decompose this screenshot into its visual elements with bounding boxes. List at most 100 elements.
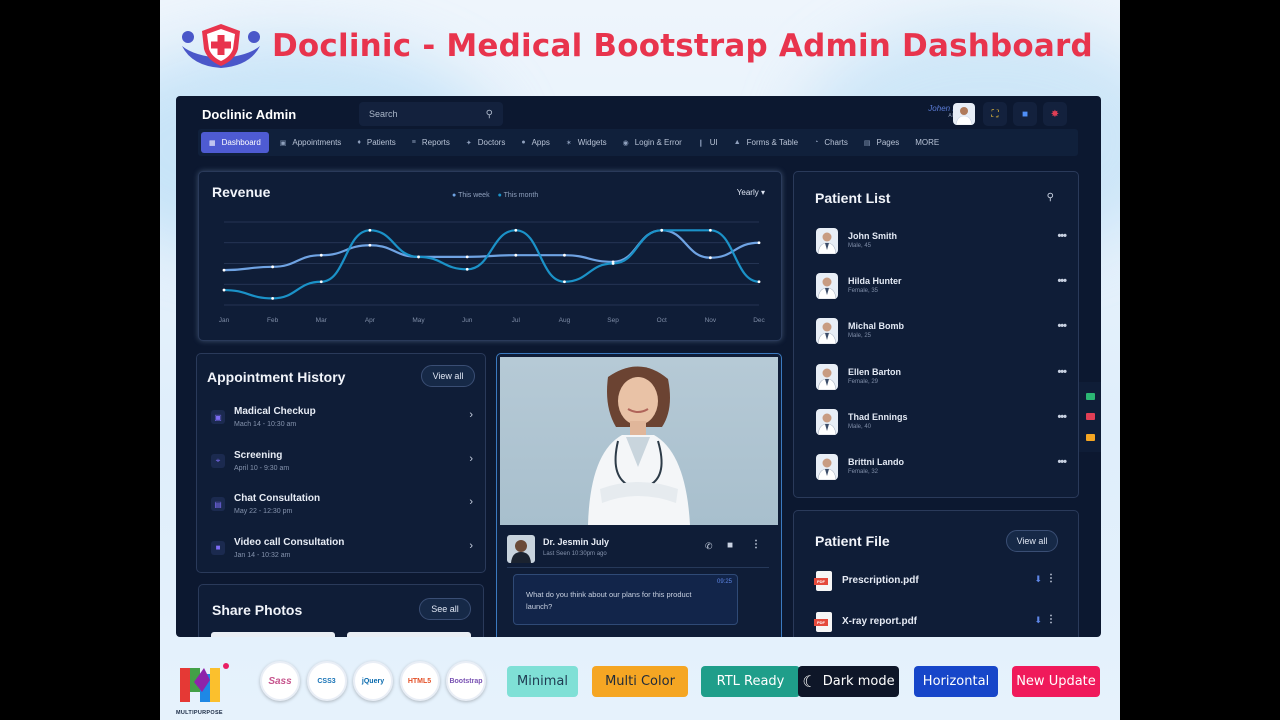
nav-item-charts[interactable]: ◔ Charts [806, 132, 856, 153]
patient-item[interactable]: Brittni Lando Female, 32 ••• [816, 454, 1067, 484]
patient-name: Thad Ennings [848, 411, 908, 422]
photo-thumb[interactable] [211, 632, 335, 637]
tech-bootstrap-icon: Bootstrap [446, 661, 486, 701]
download-icon[interactable]: ⬇ [1034, 615, 1042, 626]
more-options-icon[interactable]: ⋮ [751, 539, 761, 550]
tech-jquery-icon: jQuery [353, 661, 393, 701]
x-tick-label: Jan [219, 317, 230, 324]
tech-css3-icon: CSS3 [306, 661, 347, 701]
patient-info: Male, 40 [848, 423, 872, 430]
settings-button[interactable]: ✸ [1043, 102, 1067, 126]
doctor-avatar[interactable] [507, 535, 535, 563]
x-tick-label: Feb [267, 317, 279, 324]
data-point [757, 241, 761, 245]
tech-sass-icon: Sass [260, 661, 300, 701]
patient-info: Male, 45 [848, 243, 872, 249]
nav-item-forms-table[interactable]: ▲ Forms & Table [726, 132, 806, 153]
appointment-item[interactable]: ▣ Madical Checkup Mach 14 - 10:30 am › [207, 402, 477, 442]
search-placeholder: Search [369, 109, 398, 119]
x-tick-label: Sep [607, 317, 619, 324]
view-all-files-button[interactable]: View all [1006, 530, 1058, 552]
patient-item[interactable]: Hilda Hunter Female, 35 ••• [816, 273, 1067, 303]
nav-item-ui[interactable]: ❙ UI [690, 132, 726, 153]
data-point [611, 262, 615, 265]
more-options-icon[interactable]: ••• [1057, 411, 1067, 423]
appointment-item[interactable]: ■ Video call Consultation Jan 14 - 10:32 a… [207, 533, 477, 573]
view-all-appointments-button[interactable]: View all [421, 365, 475, 387]
cart-icon[interactable] [1085, 434, 1095, 442]
nav-item-patients[interactable]: ♦ Patients [349, 132, 403, 153]
appointment-title: Chat Consultation [234, 493, 321, 504]
data-point [319, 280, 323, 284]
chart-icon: ≡ [411, 139, 416, 146]
video-icon[interactable]: ■ [727, 540, 733, 551]
more-options-icon[interactable]: ••• [1057, 320, 1067, 332]
chevron-right-icon[interactable]: › [469, 540, 473, 552]
pdf-file-icon [814, 571, 832, 591]
doctor-name: Dr. Jesmin July [543, 537, 610, 547]
patient-search-icon[interactable]: ⚲ [1047, 192, 1054, 203]
users-icon: ♦ [357, 139, 361, 146]
data-point [271, 296, 275, 300]
file-item[interactable]: X-ray report.pdf ⬇ ⋮ [814, 612, 1056, 634]
doctor-chat-card: Dr. Jesmin July Last Seen 10:30pm ago ✆ … [496, 353, 782, 637]
data-point [417, 255, 420, 259]
more-options-icon[interactable]: ••• [1057, 366, 1067, 378]
nav-item-widgets[interactable]: ✶ Widgets [558, 132, 615, 153]
nav-item-more[interactable]: MORE [907, 132, 947, 153]
appointment-item[interactable]: ⌖ Screening April 10 - 9:30 am › [207, 446, 477, 486]
patient-avatar [816, 228, 838, 254]
patient-item[interactable]: Michal Bomb Male, 25 ••• [816, 318, 1067, 348]
search-input[interactable]: Search ⚲ [359, 102, 503, 126]
fullscreen-button[interactable]: ⛶ [983, 102, 1007, 126]
file-item[interactable]: Prescription.pdf ⬇ ⋮ [814, 571, 1056, 593]
patient-item[interactable]: Ellen Barton Female, 29 ••• [816, 363, 1067, 394]
x-tick-label: May [412, 317, 425, 324]
search-icon[interactable]: ⚲ [486, 109, 493, 120]
nav-item-apps[interactable]: ● Apps [513, 132, 557, 153]
photo-thumb[interactable] [347, 632, 471, 637]
nav-item-reports[interactable]: ≡ Reports [404, 132, 458, 153]
multipurpose-logo: MULTIPURPOSE [176, 660, 232, 716]
see-all-photos-button[interactable]: See all [419, 598, 471, 620]
chevron-right-icon[interactable]: › [469, 496, 473, 508]
tech-html5-icon: HTML5 [399, 661, 440, 701]
nav-item-appointments[interactable]: ▣ Appointments [272, 132, 350, 153]
patient-info: Female, 32 [848, 469, 879, 475]
user-avatar[interactable] [953, 103, 975, 125]
x-tick-label: Mar [316, 317, 328, 324]
nav-item-doctors[interactable]: ✦ Doctors [458, 132, 513, 153]
nav-label: Forms & Table [746, 138, 799, 147]
patient-list-title: Patient List [815, 190, 891, 206]
data-point [368, 228, 372, 232]
appointment-time: Mach 14 - 10:30 am [234, 421, 297, 428]
more-options-icon[interactable]: ⋮ [1046, 573, 1056, 584]
more-options-icon[interactable]: ••• [1057, 456, 1067, 468]
more-options-icon[interactable]: ••• [1057, 230, 1067, 242]
badge-dark-mode: ☾ Dark mode [798, 666, 899, 697]
download-icon[interactable]: ⬇ [1034, 574, 1042, 585]
notification-button[interactable]: ■ [1013, 102, 1037, 126]
nav-item-pages[interactable]: ▤ Pages [856, 132, 907, 153]
nav-label: Widgets [577, 138, 607, 147]
chevron-right-icon[interactable]: › [469, 453, 473, 465]
phone-icon[interactable]: ✆ [705, 541, 713, 552]
theme-toggle-icon[interactable] [1085, 392, 1095, 400]
appointment-title: Video call Consultation [234, 536, 345, 548]
doctor-last-seen: Last Seen 10:30pm ago [543, 551, 607, 557]
patient-item[interactable]: John Smith Male, 45 ••• [816, 228, 1067, 258]
patient-item[interactable]: Thad Ennings Male, 40 ••• [816, 408, 1067, 439]
more-options-icon[interactable]: ⋮ [1046, 614, 1056, 625]
nav-item-dashboard[interactable]: ▦ Dashboard [201, 132, 269, 153]
gallery-icon[interactable] [1085, 413, 1095, 421]
appointment-title: Screening [234, 449, 283, 461]
file-name: Prescription.pdf [842, 575, 919, 586]
appointment-item[interactable]: ▤ Chat Consultation May 22 - 12:30 pm › [207, 489, 477, 529]
badge-label: RTL Ready [716, 674, 785, 689]
badge-minimal: Minimal [507, 666, 578, 697]
x-tick-label: Nov [705, 317, 717, 324]
badge-new-update: New Update [1012, 666, 1100, 697]
chevron-right-icon[interactable]: › [469, 409, 473, 421]
more-options-icon[interactable]: ••• [1057, 275, 1067, 287]
nav-item-login-error[interactable]: ◉ Login & Error [615, 132, 690, 153]
